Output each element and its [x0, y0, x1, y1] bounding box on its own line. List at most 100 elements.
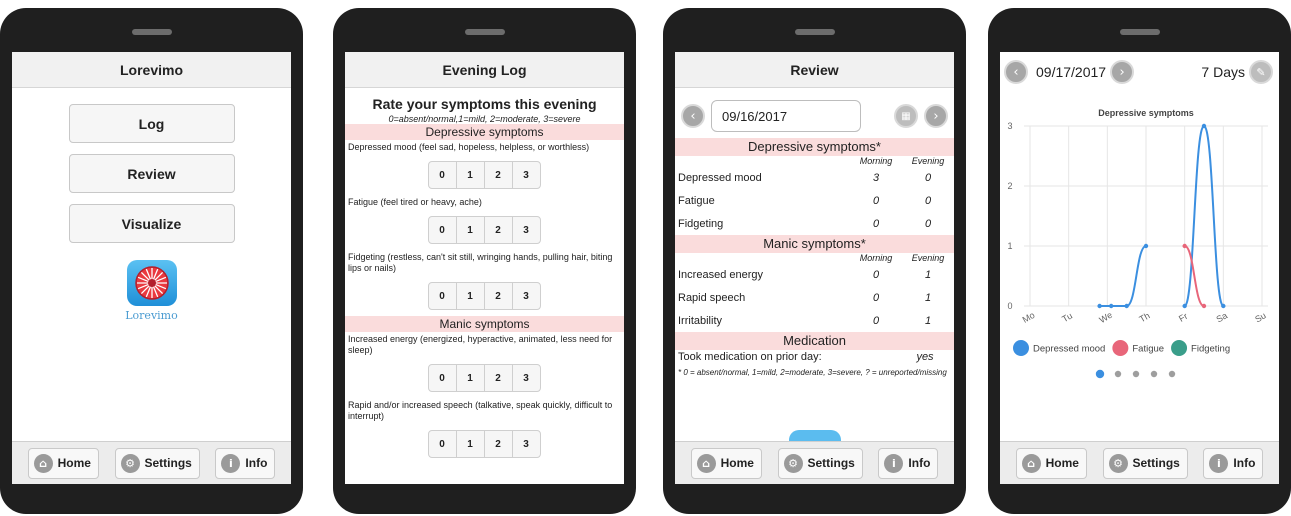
home-button[interactable]: ⌂ Home [1015, 447, 1087, 479]
medication-row: Took medication on prior day: yes [675, 350, 954, 363]
rating-1-button[interactable]: 1 [455, 282, 485, 310]
rating-3-button[interactable]: 3 [511, 282, 541, 310]
info-button[interactable]: i Info [1203, 447, 1264, 479]
x-tick-label: We [1098, 310, 1115, 325]
section-manic: Manic symptoms [345, 316, 624, 332]
x-tick-label: Su [1253, 310, 1268, 324]
rating-scale-note: 0=absent/normal,1=mild, 2=moderate, 3=se… [388, 114, 581, 124]
pager-dot [1114, 370, 1122, 378]
next-week-button[interactable]: › [1110, 60, 1135, 84]
pencil-icon: ✎ [1256, 65, 1266, 79]
viz-date: 09/17/2017 [1036, 64, 1107, 80]
table-row: Rapid speech 0 1 [675, 286, 954, 309]
rating-2-button[interactable]: 2 [483, 364, 513, 392]
legend-swatch [1112, 340, 1129, 356]
table-row: Fatigue 0 0 [675, 189, 954, 212]
legend-label: Fidgeting [1191, 344, 1230, 355]
legend-label: Fatigue [1132, 344, 1164, 355]
phone-evening-log: Evening Log Rate your symptoms this even… [333, 8, 636, 514]
rating-0-button[interactable]: 0 [427, 364, 457, 392]
prev-week-button[interactable]: ‹ [1004, 60, 1028, 84]
settings-button[interactable]: ⚙ Settings [1102, 447, 1188, 479]
logo-wheel-icon [126, 260, 177, 306]
rating-3-button[interactable]: 3 [511, 430, 541, 458]
rating-2-button[interactable]: 2 [483, 282, 513, 310]
row-label: Depressed mood [678, 171, 762, 184]
home-button[interactable]: ⌂ Home [690, 447, 762, 479]
row-label: Fatigue [678, 194, 715, 207]
home-label: Home [57, 456, 91, 470]
rating-3-button[interactable]: 3 [511, 364, 541, 392]
rating-3-button[interactable]: 3 [511, 161, 541, 189]
evening-value: 0 [924, 217, 932, 230]
screen-home: Lorevimo Log Review Visualize Lorevimo ⌂… [12, 52, 291, 484]
rating-1-button[interactable]: 1 [455, 161, 485, 189]
section-medication: Medication [675, 332, 954, 350]
rating-1-button[interactable]: 1 [455, 430, 485, 458]
column-headers: Morning Evening [675, 156, 954, 166]
x-tick-label: Fr [1177, 311, 1189, 324]
morning-value: 0 [872, 291, 880, 304]
edit-range-button[interactable]: ✎ [1249, 60, 1273, 84]
review-button[interactable]: Review [68, 154, 235, 193]
morning-value: 0 [872, 217, 880, 230]
chevron-left-icon: ‹ [1013, 64, 1019, 80]
date-field[interactable]: 09/16/2017 [711, 100, 861, 132]
page-title: Evening Log [345, 52, 624, 88]
info-button[interactable]: i Info [878, 447, 939, 479]
rating-group-fatigue[interactable]: 0123 [345, 216, 624, 244]
footnote: * 0 = absent/normal, 1=mild, 2=moderate,… [678, 368, 947, 377]
rating-0-button[interactable]: 0 [427, 430, 457, 458]
rating-group-increased-energy[interactable]: 0123 [345, 364, 624, 392]
legend-label: Depressed mood [1033, 344, 1105, 355]
phone-review: Review ‹ 09/16/2017 ▦ › Depressive sympt… [663, 8, 966, 514]
rating-group-fidgeting[interactable]: 0123 [345, 282, 624, 310]
rating-2-button[interactable]: 2 [483, 430, 513, 458]
next-day-button[interactable]: › [924, 104, 948, 128]
rating-2-button[interactable]: 2 [483, 161, 513, 189]
row-label: Irritability [678, 314, 723, 327]
rating-2-button[interactable]: 2 [483, 216, 513, 244]
question-increased-energy: Increased energy (energized, hyperactive… [348, 334, 613, 355]
visualize-button[interactable]: Visualize [68, 204, 235, 243]
line-chart: Depressive symptoms Mo Tu We Th Fr Sa Su 0 1 2 3 Dep… [1007, 108, 1268, 379]
evening-value: 1 [924, 268, 932, 281]
evening-value: 0 [924, 171, 932, 184]
evening-value: 0 [924, 194, 932, 207]
x-tick-label: Th [1137, 310, 1151, 324]
chevron-right-icon: › [1119, 64, 1125, 80]
home-icon: ⌂ [1021, 453, 1041, 473]
phone-visualize: ‹ 09/17/2017 › 7 Days ✎ Depressive sympt… [988, 8, 1291, 514]
settings-button[interactable]: ⚙ Settings [777, 447, 863, 479]
home-label: Home [720, 456, 754, 470]
rating-1-button[interactable]: 1 [455, 216, 485, 244]
settings-button[interactable]: ⚙ Settings [114, 447, 200, 479]
rating-group-depressed-mood[interactable]: 0123 [345, 161, 624, 189]
speaker [794, 29, 835, 35]
row-label: Rapid speech [678, 291, 746, 304]
phone-home: Lorevimo Log Review Visualize Lorevimo ⌂… [0, 8, 303, 514]
table-row: Fidgeting 0 0 [675, 212, 954, 235]
calendar-button[interactable]: ▦ [894, 104, 918, 128]
home-button[interactable]: ⌂ Home [27, 447, 99, 479]
footer-toolbar: ⌂ Home ⚙ Settings i Info [675, 441, 954, 484]
x-tick-label: Tu [1060, 311, 1074, 325]
footer-toolbar: ⌂ Home ⚙ Settings i Info [12, 441, 291, 484]
screen-review: Review ‹ 09/16/2017 ▦ › Depressive sympt… [675, 52, 954, 484]
rating-1-button[interactable]: 1 [455, 364, 485, 392]
rating-group-rapid-speech[interactable]: 0123 [345, 430, 624, 458]
viz-toolbar: ‹ 09/17/2017 › 7 Days ✎ [1000, 52, 1279, 84]
log-button[interactable]: Log [68, 104, 235, 143]
rating-0-button[interactable]: 0 [427, 282, 457, 310]
screen-visualize: ‹ 09/17/2017 › 7 Days ✎ Depressive sympt… [1000, 52, 1279, 484]
prev-day-button[interactable]: ‹ [681, 104, 705, 128]
x-tick-label: Sa [1215, 310, 1230, 324]
data-point [1109, 303, 1114, 309]
legend-swatch [1171, 340, 1188, 356]
info-button[interactable]: i Info [215, 447, 276, 479]
rating-0-button[interactable]: 0 [427, 161, 457, 189]
rating-3-button[interactable]: 3 [511, 216, 541, 244]
rating-0-button[interactable]: 0 [427, 216, 457, 244]
evening-value: 1 [924, 314, 932, 327]
data-point [1182, 303, 1187, 309]
